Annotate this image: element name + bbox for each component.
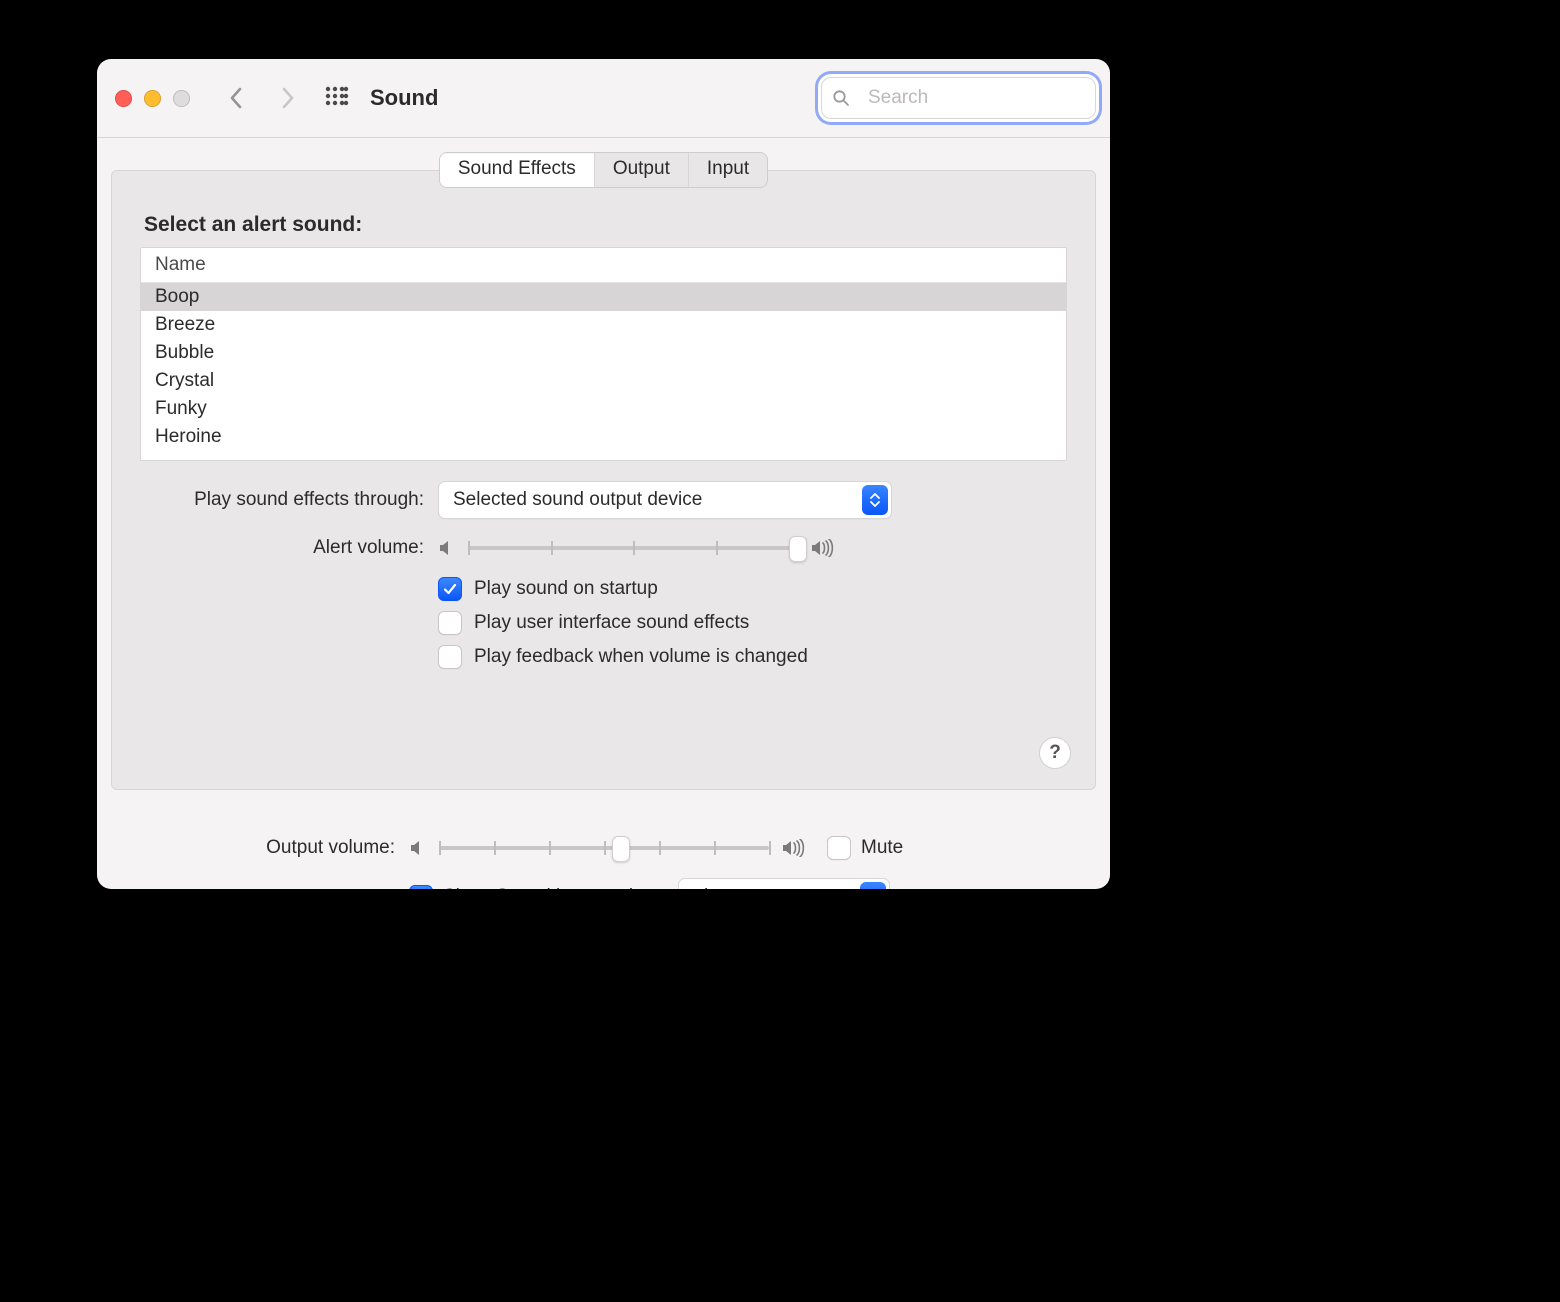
output-volume-label: Output volume: xyxy=(111,837,409,859)
checkbox-group: Play sound on startup Play user interfac… xyxy=(438,577,1067,669)
speaker-high-icon xyxy=(781,839,807,857)
volume-feedback-checkbox[interactable] xyxy=(438,645,462,669)
preferences-window: Sound Sound Effects Output Input Selec xyxy=(97,59,1110,889)
alert-sound-heading: Select an alert sound: xyxy=(144,213,1067,237)
speaker-high-icon xyxy=(810,539,836,557)
popup-stepper-icon xyxy=(860,882,886,889)
through-label: Play sound effects through: xyxy=(140,489,438,511)
startup-sound-checkbox[interactable] xyxy=(438,577,462,601)
segmented-control: Sound Effects Output Input xyxy=(439,152,768,188)
mute-label: Mute xyxy=(861,837,903,859)
show-in-menubar-label: Show Sound in menu bar xyxy=(443,886,656,889)
tab-output[interactable]: Output xyxy=(594,153,688,187)
ui-sound-effects-label: Play user interface sound effects xyxy=(474,612,749,634)
alert-sounds-rows: Boop Breeze Bubble Crystal Funky Heroine xyxy=(141,283,1066,461)
slider-thumb[interactable] xyxy=(789,536,807,562)
all-preferences-button[interactable] xyxy=(324,85,350,111)
close-button[interactable] xyxy=(115,90,132,107)
chevron-left-icon xyxy=(229,87,243,109)
window-toolbar: Sound xyxy=(97,59,1110,138)
table-row[interactable]: Crystal xyxy=(141,367,1066,395)
tab-input[interactable]: Input xyxy=(688,153,767,187)
page-title: Sound xyxy=(370,85,438,111)
alert-volume-slider[interactable] xyxy=(438,539,836,557)
column-header-name[interactable]: Name xyxy=(141,248,1066,283)
effects-form: Play sound effects through: Selected sou… xyxy=(140,481,1067,669)
ui-sound-effects-checkbox[interactable] xyxy=(438,611,462,635)
table-row[interactable]: Funky xyxy=(141,395,1066,423)
slider-track xyxy=(468,546,798,550)
speaker-low-icon xyxy=(409,839,427,857)
check-icon xyxy=(443,582,457,596)
minimize-button[interactable] xyxy=(144,90,161,107)
show-in-menubar-checkbox[interactable] xyxy=(409,885,433,889)
tab-sound-effects[interactable]: Sound Effects xyxy=(440,153,594,187)
alert-volume-label: Alert volume: xyxy=(140,537,438,559)
menubar-mode-popup[interactable]: always xyxy=(678,878,890,889)
traffic-lights xyxy=(115,90,190,107)
grid-icon xyxy=(324,85,350,111)
sound-effects-panel: Select an alert sound: Name Boop Breeze … xyxy=(111,170,1096,790)
popup-stepper-icon xyxy=(862,485,888,515)
forward-button-disabled xyxy=(274,84,302,112)
output-device-popup[interactable]: Selected sound output device xyxy=(438,481,892,519)
table-row[interactable]: Bubble xyxy=(141,339,1066,367)
footer-section: Output volume: xyxy=(111,816,1096,889)
table-row[interactable]: Heroine xyxy=(141,423,1066,451)
nav-buttons xyxy=(222,84,302,112)
menubar-mode-value: always xyxy=(693,886,751,889)
mute-checkbox[interactable] xyxy=(827,836,851,860)
search-input[interactable] xyxy=(866,86,1110,110)
help-button[interactable]: ? xyxy=(1039,737,1071,769)
canvas: Sound Sound Effects Output Input Selec xyxy=(0,0,1560,1302)
startup-sound-label: Play sound on startup xyxy=(474,578,658,600)
table-row[interactable]: Breeze xyxy=(141,311,1066,339)
volume-feedback-label: Play feedback when volume is changed xyxy=(474,646,808,668)
output-volume-slider[interactable] xyxy=(409,839,807,857)
alert-sounds-table: Name Boop Breeze Bubble Crystal Funky He… xyxy=(140,247,1067,461)
output-device-value: Selected sound output device xyxy=(453,489,702,511)
maximize-button-disabled xyxy=(173,90,190,107)
slider-track xyxy=(439,846,769,850)
table-row[interactable]: Boop xyxy=(141,283,1066,311)
content-area: Sound Effects Output Input Select an ale… xyxy=(97,152,1110,889)
chevron-right-icon xyxy=(281,87,295,109)
speaker-low-icon xyxy=(438,539,456,557)
back-button[interactable] xyxy=(222,84,250,112)
slider-thumb[interactable] xyxy=(612,836,630,862)
help-label: ? xyxy=(1049,742,1061,764)
search-icon xyxy=(832,89,850,107)
tabs: Sound Effects Output Input xyxy=(111,152,1096,188)
search-field[interactable] xyxy=(821,77,1096,119)
